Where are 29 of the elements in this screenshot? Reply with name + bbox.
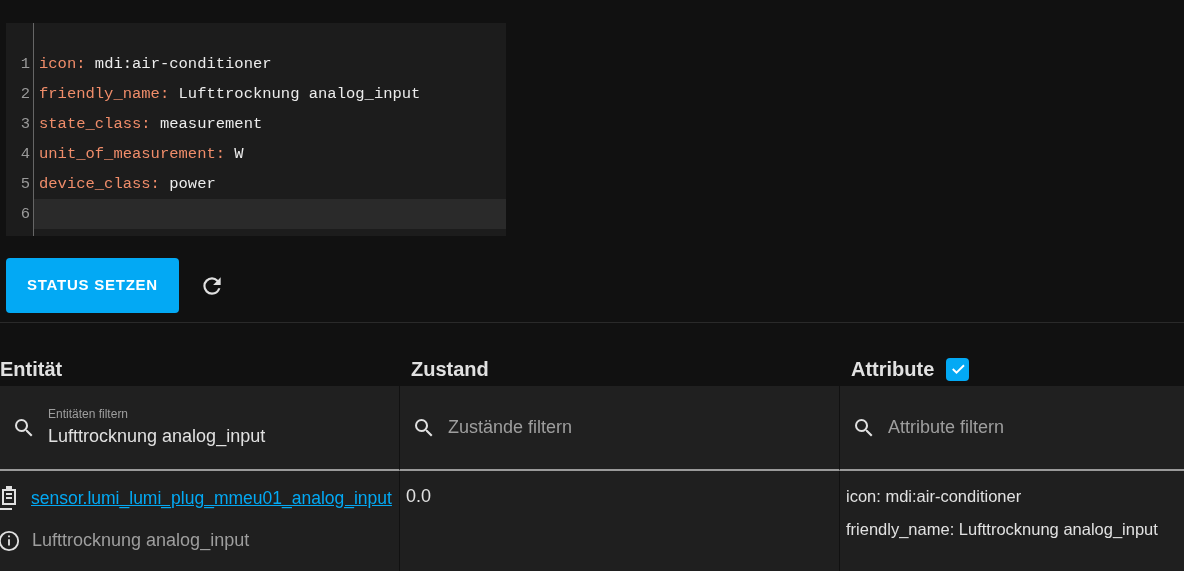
line-number: 1 (19, 54, 31, 75)
code-line: unit_of_measurement: W (39, 145, 244, 163)
line-number: 3 (19, 114, 31, 135)
filter-input[interactable]: Zustände filtern (448, 414, 748, 441)
filter-input[interactable]: Lufttrocknung analog_input (48, 423, 348, 450)
filter-input[interactable]: Attribute filtern (888, 414, 1172, 441)
friendly-name: Lufttrocknung analog_input (32, 529, 250, 553)
line-number: 4 (19, 144, 31, 165)
code-line: state_class: measurement (39, 115, 263, 133)
filter-field[interactable]: Entitäten filtern Lufttrocknung analog_input (0, 386, 399, 469)
filter-field[interactable]: Attribute filtern (840, 386, 1184, 469)
column-header: Entität (0, 357, 63, 382)
checkbox[interactable] (946, 357, 970, 381)
clipboard-icon (0, 485, 19, 512)
filter-field[interactable]: Zustände filtern (400, 386, 839, 469)
attribute-line: icon: mdi:air-conditioner (846, 486, 1023, 507)
attribute-line: friendly_name: Lufttrocknung analog_input (846, 518, 1159, 540)
code-line: friendly_name: Lufttrocknung analog_input (39, 85, 421, 103)
code-editor[interactable]: 1 2 3 4 5 6 icon: mdi:air-conditioner friendly_name: Lufttrocknung analog_input state_class: measurement unit_of_measurement: W device_class: power (6, 23, 506, 236)
state-value: 0.0 (406, 486, 432, 506)
column-header: Zustand (411, 357, 489, 382)
line-number: 5 (19, 174, 31, 195)
column-header: Attribute (851, 357, 935, 382)
code-line: device_class: power (39, 175, 216, 193)
entity-link[interactable]: sensor.lumi_lumi_plug_mmeu01_analog_input (31, 485, 392, 512)
line-number: 2 (19, 84, 31, 105)
code-line: icon: mdi:air-conditioner (39, 55, 272, 73)
line-number: 6 (19, 204, 31, 225)
info-icon (0, 529, 20, 552)
